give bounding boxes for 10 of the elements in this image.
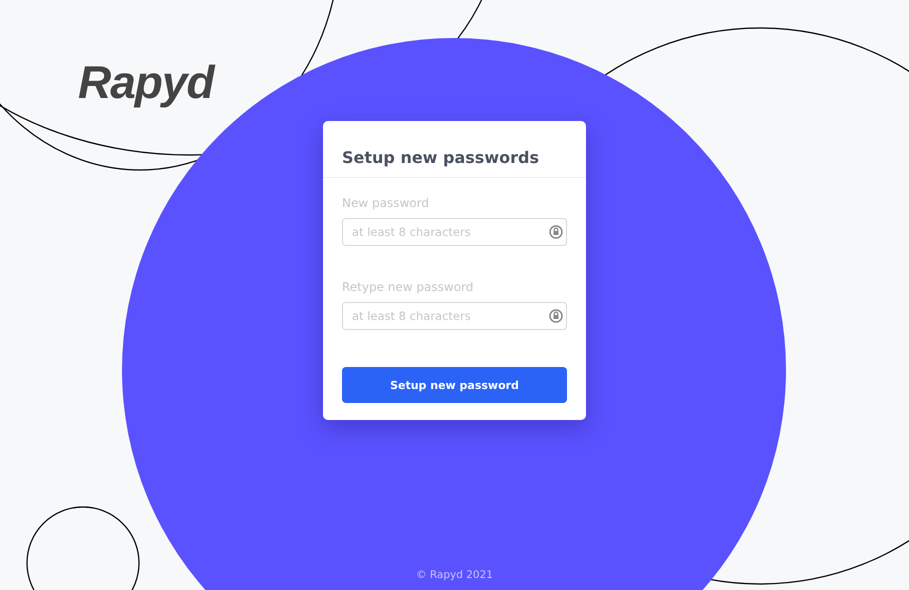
field-label: New password [342, 196, 429, 210]
card-title: Setup new passwords [323, 121, 586, 178]
logo: Rapyd [78, 56, 214, 108]
password-field[interactable]: at least 8 characters [342, 218, 567, 246]
lock-icon[interactable] [549, 308, 563, 324]
password-field[interactable]: at least 8 characters [342, 302, 567, 330]
field-label: Retype new password [342, 280, 474, 294]
lock-icon[interactable] [549, 224, 563, 240]
setup-password-button[interactable]: Setup new password [342, 367, 567, 403]
copyright-text: © Rapyd 2021 [416, 569, 493, 581]
